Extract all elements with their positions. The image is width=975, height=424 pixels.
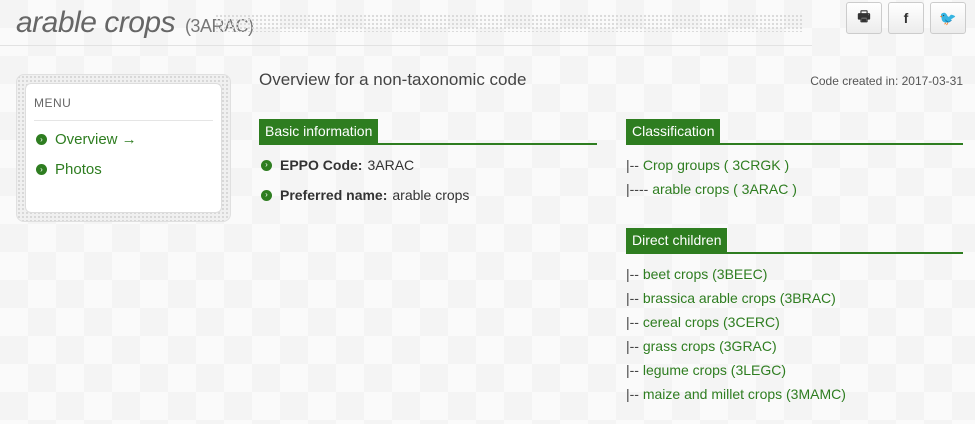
classification-item: |-- Crop groups ( 3CRGK ) (626, 157, 963, 173)
tree-prefix: |-- (626, 338, 643, 354)
chevron-right-icon: › (261, 189, 272, 201)
tree-prefix: |-- (626, 314, 643, 330)
section-title: Classification (626, 119, 721, 145)
title-bar: arable crops (3ARAC) (0, 0, 812, 46)
child-item: |-- grass crops (3GRAC) (626, 338, 963, 354)
eppo-code-label: EPPO Code: (280, 157, 363, 173)
twitter-icon: 🐦 (939, 9, 957, 26)
basic-information-section: Basic information › EPPO Code: 3ARAC › P… (259, 119, 597, 217)
section-title: Basic information (259, 119, 379, 145)
tree-prefix: |-- (626, 362, 643, 378)
page-title-name: arable crops (16, 6, 176, 39)
section-title: Direct children (626, 228, 728, 254)
tree-prefix: |---- (626, 181, 653, 197)
menu-title: MENU (34, 96, 213, 121)
sidebar-item-photos[interactable]: › Photos (34, 161, 213, 178)
section-header: Basic information (259, 119, 597, 145)
share-buttons: 🖶 f 🐦 (846, 2, 966, 34)
twitter-share-button[interactable]: 🐦 (930, 2, 966, 34)
chevron-right-icon: › (36, 164, 47, 175)
preferred-name-label: Preferred name: (280, 187, 388, 203)
facebook-share-button[interactable]: f (888, 2, 924, 34)
eppo-code-row: › EPPO Code: 3ARAC (259, 157, 597, 173)
direct-children-section: Direct children |-- beet crops (3BEEC) |… (626, 228, 963, 410)
child-link[interactable]: maize and millet crops (3MAMC) (643, 386, 846, 402)
facebook-icon: f (903, 10, 909, 26)
sidebar-item-overview[interactable]: › Overview → (34, 131, 213, 148)
child-item: |-- maize and millet crops (3MAMC) (626, 386, 963, 402)
chevron-right-icon: › (36, 134, 47, 145)
eppo-code-value: 3ARAC (367, 157, 415, 173)
tree-prefix: |-- (626, 386, 643, 402)
child-item: |-- brassica arable crops (3BRAC) (626, 290, 963, 306)
child-link[interactable]: brassica arable crops (3BRAC) (643, 290, 836, 306)
child-item: |-- cereal crops (3CERC) (626, 314, 963, 330)
preferred-name-value: arable crops (392, 187, 470, 203)
classification-link[interactable]: Crop groups ( 3CRGK ) (643, 157, 789, 173)
child-link[interactable]: cereal crops (3CERC) (643, 314, 780, 330)
title-decoration (215, 14, 803, 32)
preferred-name-row: › Preferred name: arable crops (259, 187, 597, 203)
section-header: Classification (626, 119, 963, 145)
section-header: Direct children (626, 228, 963, 254)
classification-link[interactable]: arable crops ( 3ARAC ) (652, 181, 797, 197)
tree-prefix: |-- (626, 266, 643, 282)
child-item: |-- legume crops (3LEGC) (626, 362, 963, 378)
child-item: |-- beet crops (3BEEC) (626, 266, 963, 282)
classification-section: Classification |-- Crop groups ( 3CRGK )… (626, 119, 963, 205)
tree-prefix: |-- (626, 290, 643, 306)
child-link[interactable]: grass crops (3GRAC) (643, 338, 777, 354)
sidebar-menu: MENU › Overview → › Photos (16, 74, 231, 222)
child-link[interactable]: beet crops (3BEEC) (643, 266, 768, 282)
print-icon: 🖶 (857, 8, 871, 24)
sidebar-menu-panel: MENU › Overview → › Photos (25, 83, 222, 213)
code-created-date: Code created in: 2017-03-31 (810, 74, 963, 88)
sidebar-item-label[interactable]: Photos (55, 161, 102, 178)
child-link[interactable]: legume crops (3LEGC) (643, 362, 786, 378)
print-button[interactable]: 🖶 (846, 2, 882, 34)
classification-item: |---- arable crops ( 3ARAC ) (626, 181, 963, 197)
sidebar-item-label[interactable]: Overview → (55, 131, 137, 148)
overview-heading: Overview for a non-taxonomic code (259, 70, 527, 89)
chevron-right-icon: › (261, 159, 272, 171)
tree-prefix: |-- (626, 157, 643, 173)
